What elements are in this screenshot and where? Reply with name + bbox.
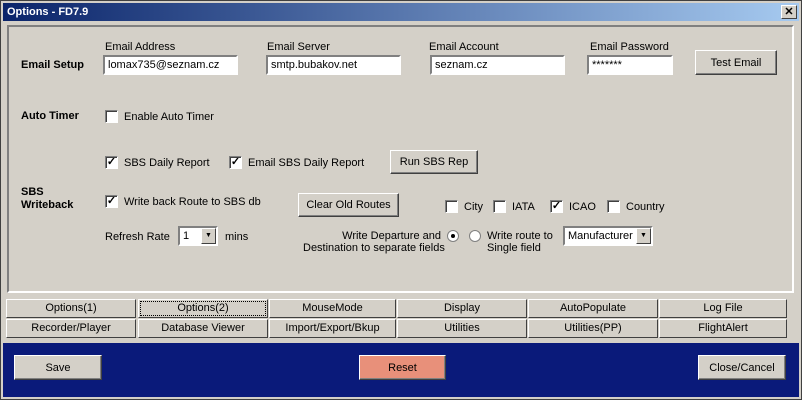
email-address-input[interactable] [103,55,238,75]
tab-autopopulate[interactable]: AutoPopulate [528,299,658,318]
tab-recorder-player[interactable]: Recorder/Player [6,319,136,338]
tab-import-export-bkup[interactable]: Import/Export/Bkup [269,319,396,338]
refresh-rate-value: 1 [183,230,190,242]
enable-auto-timer-label: Enable Auto Timer [124,111,214,123]
enable-auto-timer-checkbox[interactable] [105,110,118,123]
tab-database-viewer[interactable]: Database Viewer [138,319,268,338]
email-address-label: Email Address [105,41,176,53]
tab-options-1[interactable]: Options(1) [6,299,136,318]
email-setup-label: Email Setup [21,59,84,71]
test-email-button[interactable]: Test Email [695,50,777,75]
clear-old-routes-button[interactable]: Clear Old Routes [298,193,399,217]
tab-options-2[interactable]: Options(2) [138,299,268,318]
tab-flightalert[interactable]: FlightAlert [659,319,787,338]
sbs-section-label-line1: SBS [21,186,44,198]
window-title: Options - FD7.9 [7,6,89,18]
chevron-down-icon[interactable]: ▼ [636,228,651,244]
email-server-input[interactable] [266,55,401,75]
write-back-route-checkbox[interactable]: ✓ [105,195,118,208]
icao-checkbox[interactable]: ✓ [550,200,563,213]
radio-single-label-line1: Write route to [487,230,553,242]
radio-separate-label-line1: Write Departure and [342,230,441,242]
mins-label: mins [225,231,249,243]
iata-checkbox[interactable] [493,200,506,213]
footer-bar: Save Reset Close/Cancel [3,343,799,397]
email-sbs-daily-report-checkbox[interactable]: ✓ [229,156,242,169]
city-label: City [464,201,483,213]
icao-label: ICAO [569,201,596,213]
radio-separate-label-line2: Destination to separate fields [303,242,445,254]
tab-mousemode[interactable]: MouseMode [269,299,396,318]
auto-timer-label: Auto Timer [21,110,79,122]
route-field-select[interactable]: Manufacturer ▼ [563,226,653,246]
refresh-rate-label: Refresh Rate [105,231,170,243]
close-cancel-button[interactable]: Close/Cancel [698,355,786,380]
email-sbs-daily-report-label: Email SBS Daily Report [248,157,365,169]
email-account-label: Email Account [429,41,499,53]
country-checkbox[interactable] [607,200,620,213]
sbs-daily-report-checkbox[interactable]: ✓ [105,156,118,169]
email-server-label: Email Server [267,41,330,53]
radio-single-label-line2: Single field [487,242,541,254]
refresh-rate-select[interactable]: 1 ▼ [178,226,218,246]
sbs-section-label-line2: Writeback [21,199,74,211]
reset-button[interactable]: Reset [359,355,446,380]
email-password-input[interactable] [587,55,673,75]
single-field-radio[interactable] [469,230,481,242]
city-checkbox[interactable] [445,200,458,213]
route-field-value: Manufacturer [568,230,633,242]
options2-panel: Email Setup Email Address Email Server E… [7,25,794,293]
options-window: Options - FD7.9 ✕ Email Setup Email Addr… [0,0,802,400]
sbs-daily-report-label: SBS Daily Report [124,157,210,169]
run-sbs-report-button[interactable]: Run SBS Rep [390,150,478,174]
separate-fields-radio[interactable] [447,230,459,242]
email-password-label: Email Password [590,41,669,53]
iata-label: IATA [512,201,535,213]
window-close-button[interactable]: ✕ [781,5,797,19]
chevron-down-icon[interactable]: ▼ [201,228,216,244]
write-back-route-label: Write back Route to SBS db [124,196,261,208]
tab-display[interactable]: Display [397,299,527,318]
country-label: Country [626,201,665,213]
email-account-input[interactable] [430,55,565,75]
title-bar: Options - FD7.9 ✕ [3,3,799,21]
tab-utilities-pp[interactable]: Utilities(PP) [528,319,658,338]
tab-utilities[interactable]: Utilities [397,319,527,338]
save-button[interactable]: Save [14,355,102,380]
tab-log-file[interactable]: Log File [659,299,787,318]
